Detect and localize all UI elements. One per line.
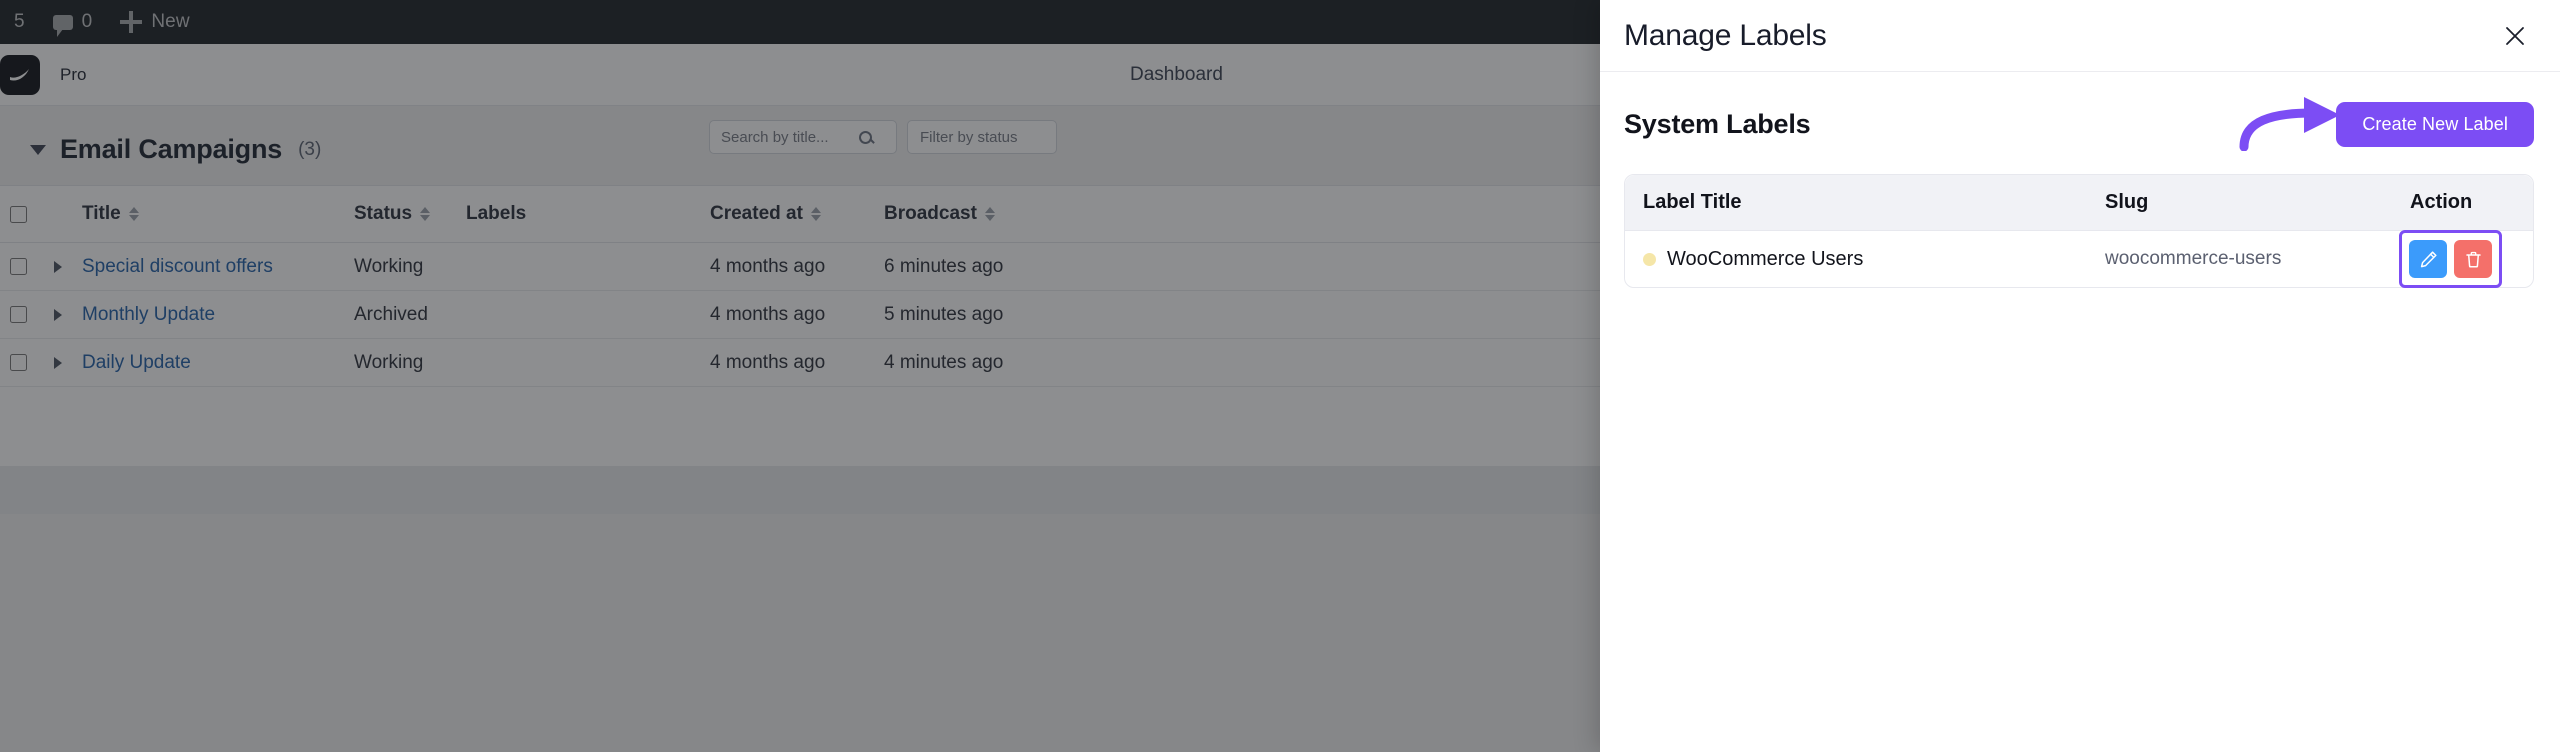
labels-table-header: Label Title Slug Action — [1625, 175, 2533, 231]
label-action-cell — [2399, 230, 2515, 288]
section-title: System Labels — [1624, 108, 1811, 139]
label-slug: woocommerce-users — [2105, 248, 2282, 269]
action-buttons-highlight — [2399, 230, 2502, 288]
create-new-label-button[interactable]: Create New Label — [2336, 101, 2534, 147]
manage-labels-modal: Manage Labels System Labels Create New L… — [1600, 0, 2560, 752]
modal-title: Manage Labels — [1624, 18, 1827, 52]
label-color-dot-icon — [1643, 252, 1656, 266]
trash-icon — [2465, 251, 2481, 268]
label-title-cell: WooCommerce Users — [1643, 248, 2105, 271]
labels-column-title: Label Title — [1643, 191, 1742, 213]
label-slug-cell: woocommerce-users — [2105, 248, 2410, 270]
labels-column-slug: Slug — [2105, 191, 2149, 213]
close-icon[interactable] — [2500, 21, 2530, 51]
label-row: WooCommerce Users woocommerce-users — [1625, 230, 2533, 288]
pencil-icon — [2420, 250, 2437, 267]
delete-label-button[interactable] — [2454, 240, 2492, 278]
labels-column-action: Action — [2410, 191, 2473, 213]
modal-header: Manage Labels — [1600, 0, 2560, 72]
system-labels-section-header: System Labels Create New Label — [1624, 97, 2534, 151]
edit-label-button[interactable] — [2409, 240, 2447, 278]
label-title: WooCommerce Users — [1667, 247, 1864, 270]
system-labels-table: Label Title Slug Action WooCommerce User… — [1624, 174, 2534, 288]
modal-body: System Labels Create New Label Label Tit… — [1600, 72, 2560, 288]
